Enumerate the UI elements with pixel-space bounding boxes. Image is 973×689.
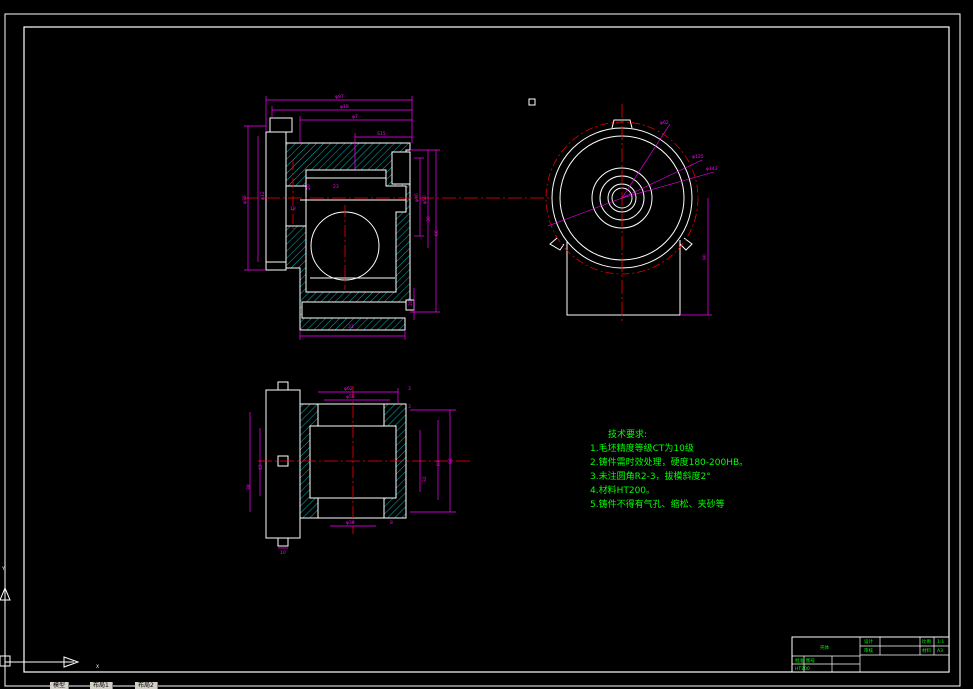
bottom-section-view[interactable]: φ62 φ56 3 3 67 96 42 38 32 φ38 8 10 [246,381,470,556]
dim-phi12: φ12 [260,191,266,200]
drawing-canvas[interactable]: φ97 φ18 φ7 S15 φ35 φ12 18 23 20 φ30 φ50 … [0,0,973,689]
notes-item-5: 5.铸件不得有气孔、缩松、夹砂等 [590,500,725,510]
tab-layout1[interactable]: 布局1 [90,682,113,689]
notes-item-4: 4.材料HT200。 [590,486,656,496]
front-right-boss [391,151,411,185]
side-snap-marker [528,98,536,106]
tab-layout2[interactable]: 布局2 [135,682,158,689]
title-block[interactable]: 壳体 设计 审核 批准 比例 1:1 材料 HT200 图号 A3 [791,636,950,673]
tb-cell-3: 比例 [922,638,931,645]
layout-tabs: 模型 布局1 布局2 [0,682,260,689]
tb-cell-0: 设计 [864,638,873,645]
tb-part-name: 壳体 [820,644,829,651]
dim-b-38: 38 [246,484,252,490]
front-section-view[interactable]: φ97 φ18 φ7 S15 φ35 φ12 18 23 20 φ30 φ50 … [242,94,560,340]
tb-cell-7: 图号 [806,658,815,664]
dim-b-42: 42 [258,464,264,470]
side-lug-right [679,237,693,251]
dim-side-phi62: φ62 [660,120,669,126]
dim-b-phi56: φ56 [346,394,355,400]
tb-cell-5: 材料 [922,647,931,654]
dim-66: 66 [434,230,440,236]
dim-side-phi125: φ125 [692,154,704,160]
side-view[interactable]: φ62 φ125 φ143 90 [528,98,718,322]
ucs-y-label: Y [1,566,5,572]
dim-b-8: 8 [390,520,393,526]
dim-b-phi38: φ38 [346,520,355,526]
dim-b-32: 32 [422,476,428,482]
dim-phi30: φ30 [414,193,420,202]
tb-cell-1: 审核 [864,647,873,654]
notes-item-1: 1.毛坯精度等级CT为10级 [590,444,694,454]
technical-notes: 技术要求: 1.毛坯精度等级CT为10级 2.铸件需时效处理，硬度180-200… [590,428,748,512]
dim-20b: 20 [408,300,414,306]
dim-23: 23 [333,184,339,190]
bottom-top-lip [277,381,289,391]
front-left-flange [265,131,287,269]
tb-cell-4: 1:1 [937,639,944,645]
dim-31: 31 [348,324,354,330]
front-flange-foot [265,261,287,271]
dim-b-phi62: φ62 [344,386,353,392]
dim-phi35: φ35 [242,195,248,204]
front-shaft-hole [285,185,307,227]
inner-frame [23,26,950,673]
dim-b-10: 10 [280,550,286,556]
bottom-bottom-lip [277,537,289,547]
ucs-icon [0,586,80,668]
ucs-x-label: X [96,664,99,670]
dim-b-3b: 3 [408,404,411,410]
dim-phi97: φ97 [335,94,344,100]
dim-b-96: 96 [448,458,454,464]
dim-s15: S15 [377,131,386,137]
notes-item-2: 2.铸件需时效处理，硬度180-200HB。 [590,458,749,468]
notes-title: 技术要求: [608,430,648,440]
tab-model[interactable]: 模型 [50,682,70,689]
dim-30: 30 [426,216,432,222]
dim-18: 18 [290,206,296,212]
outer-frame [4,13,961,687]
dim-side-phi143: φ143 [706,166,718,172]
tb-cell-8: A3 [937,648,943,654]
dim-b-67: 67 [436,460,442,466]
bottom-top-slot [317,403,385,427]
tb-cell-6: HT200 [795,666,810,672]
dim-phi50: φ50 [422,195,428,204]
dim-side-90: 90 [702,254,708,260]
dim-phi7: φ7 [352,114,358,120]
bottom-bot-slot [317,497,385,519]
dim-phi18: φ18 [340,104,349,110]
tb-cell-2: 批准 [795,657,804,664]
dim-b-3a: 3 [408,386,411,392]
notes-item-3: 3.未注圆角R2-3，拔模斜度2° [590,472,711,482]
dim-20: 20 [306,184,312,190]
front-flange-lip [269,117,293,133]
